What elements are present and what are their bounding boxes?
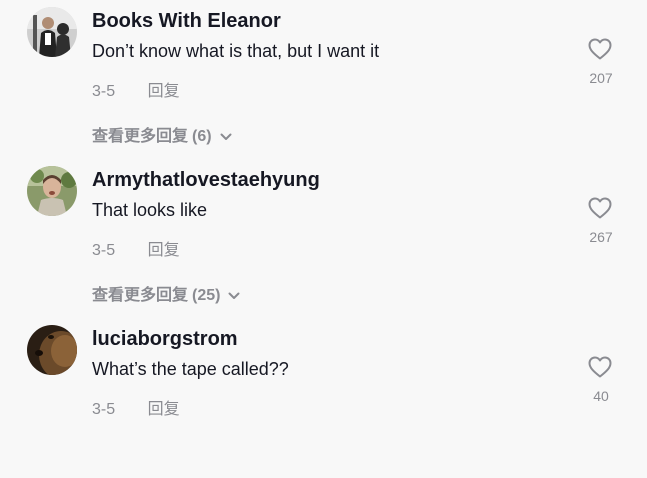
comment-date: 3-5 [92, 242, 116, 259]
comment-meta: 3-5 回复 [92, 77, 180, 101]
reply-count: (25) [192, 287, 221, 304]
comment-item: luciaborgstrom What’s the tape called?? … [0, 318, 647, 478]
comment-meta: 3-5 回复 [92, 395, 180, 419]
view-more-replies-button[interactable]: 查看更多回复 (6) [92, 122, 232, 146]
comment-date: 3-5 [92, 401, 116, 418]
comment-date: 3-5 [92, 83, 116, 100]
reply-count: (6) [192, 128, 212, 145]
heart-icon [588, 356, 612, 378]
like-count: 40 [593, 388, 609, 404]
avatar[interactable] [27, 7, 77, 57]
like-count: 267 [589, 229, 613, 245]
avatar[interactable] [27, 166, 77, 216]
like-count: 207 [589, 70, 613, 86]
avatar[interactable] [27, 325, 77, 375]
comment-item: Armythatlovestaehyung That looks like 3-… [0, 159, 647, 319]
view-more-replies-button[interactable]: 查看更多回复 (25) [92, 281, 240, 305]
like-button[interactable] [588, 38, 612, 60]
comment-text: Don’t know what is that, but I want it [92, 41, 380, 61]
like-button[interactable] [588, 197, 612, 219]
like-button[interactable] [588, 356, 612, 378]
comment-username[interactable]: Armythatlovestaehyung [92, 169, 320, 192]
view-more-replies-label: 查看更多回复 [92, 128, 189, 145]
reply-button[interactable]: 回复 [148, 77, 180, 101]
heart-icon [588, 38, 612, 60]
comment-item: Books With Eleanor Don’t know what is th… [0, 0, 647, 160]
chevron-down-icon [228, 287, 240, 305]
comment-username[interactable]: luciaborgstrom [92, 328, 238, 351]
chevron-down-icon [220, 128, 232, 146]
view-more-replies-label: 查看更多回复 [92, 287, 189, 304]
comment-text: What’s the tape called?? [92, 359, 289, 379]
comment-username[interactable]: Books With Eleanor [92, 10, 281, 33]
reply-button[interactable]: 回复 [148, 395, 180, 419]
heart-icon [588, 197, 612, 219]
comment-meta: 3-5 回复 [92, 236, 180, 260]
reply-button[interactable]: 回复 [148, 236, 180, 260]
comment-text: That looks like [92, 200, 208, 220]
